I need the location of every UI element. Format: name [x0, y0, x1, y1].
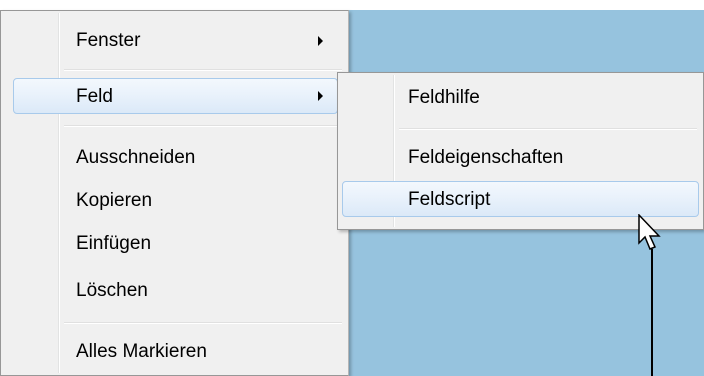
arrow-right-icon	[318, 91, 323, 101]
context-menu: Fenster Feld Ausschneiden Kopieren Einfü…	[0, 10, 349, 376]
arrow-right-icon	[318, 36, 323, 46]
submenu-item-feldhilfe[interactable]: Feldhilfe	[342, 80, 699, 116]
menu-item-label: Feldeigenschaften	[408, 147, 564, 168]
menu-item-label: Ausschneiden	[76, 147, 196, 168]
mouse-pointer-icon	[638, 214, 661, 250]
menu-separator	[399, 128, 697, 130]
menu-item-alles-markieren[interactable]: Alles Markieren	[5, 334, 343, 370]
menu-item-feld[interactable]: Feld	[13, 78, 338, 114]
menu-item-label: Feldhilfe	[408, 87, 480, 108]
menu-separator	[64, 322, 342, 324]
submenu-item-feldeigenschaften[interactable]: Feldeigenschaften	[342, 140, 699, 176]
menu-item-label: Einfügen	[76, 233, 152, 254]
menu-item-kopieren[interactable]: Kopieren	[5, 183, 343, 219]
menu-item-einfuegen[interactable]: Einfügen	[5, 226, 343, 262]
menu-separator	[64, 69, 342, 71]
submenu-feld: Feldhilfe Feldeigenschaften Feldscript	[337, 72, 704, 230]
menu-item-ausschneiden[interactable]: Ausschneiden	[5, 140, 343, 176]
menu-item-label: Fenster	[76, 30, 141, 51]
menu-separator	[64, 125, 342, 127]
menu-item-label: Alles Markieren	[76, 341, 207, 362]
menu-item-label: Feldscript	[408, 189, 491, 210]
submenu-item-feldscript[interactable]: Feldscript	[342, 181, 699, 217]
menu-item-loeschen[interactable]: Löschen	[5, 273, 343, 309]
connector-line	[651, 249, 653, 376]
menu-item-label: Löschen	[76, 280, 148, 301]
menu-item-label: Kopieren	[76, 190, 153, 211]
menu-item-fenster[interactable]: Fenster	[5, 23, 343, 59]
menu-item-label: Feld	[76, 86, 113, 107]
